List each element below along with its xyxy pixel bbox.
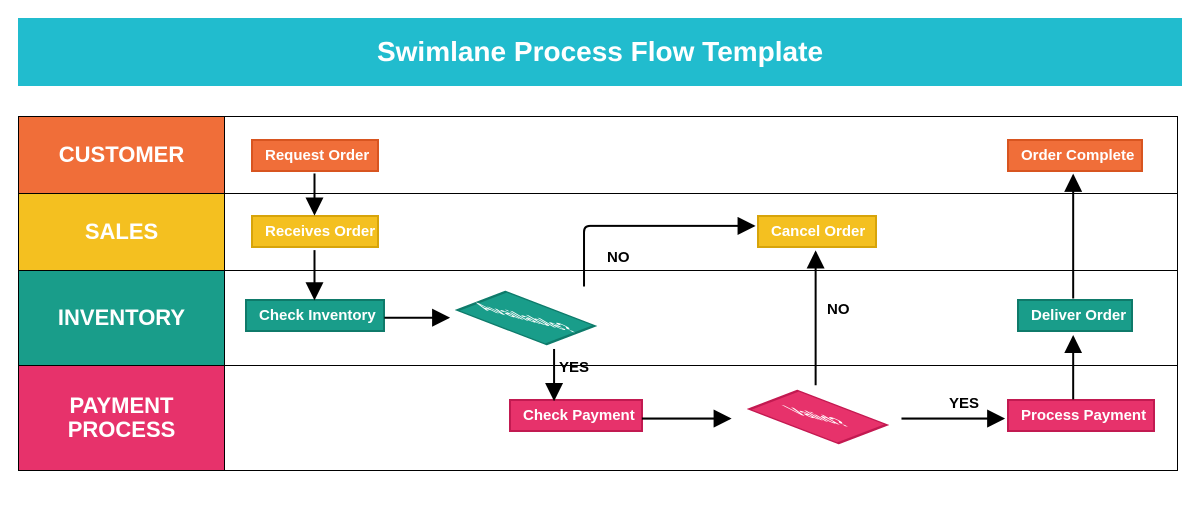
node-order-complete: Order Complete (1007, 139, 1143, 172)
lane-header-payment: PAYMENT PROCESS (19, 366, 225, 470)
swimlane-container: CUSTOMER SALES INVENTORY PAYMENT PROCESS… (18, 116, 1178, 471)
label-no-valid: NO (827, 301, 850, 318)
label-no-available: NO (607, 249, 630, 266)
lane-sales: SALES (19, 193, 1177, 270)
lane-customer: CUSTOMER (19, 117, 1177, 193)
node-process-payment: Process Payment (1007, 399, 1155, 432)
diagram-title: Swimlane Process Flow Template (18, 18, 1182, 86)
node-request-order: Request Order (251, 139, 379, 172)
node-check-inventory: Check Inventory (245, 299, 385, 332)
lane-header-inventory: INVENTORY (19, 271, 225, 365)
label-yes-available: YES (559, 359, 589, 376)
lane-header-sales: SALES (19, 194, 225, 270)
node-receives-order: Receives Order (251, 215, 379, 248)
node-cancel-order: Cancel Order (757, 215, 877, 248)
node-deliver-order: Deliver Order (1017, 299, 1133, 332)
label-yes-valid: YES (949, 395, 979, 412)
lane-inventory: INVENTORY (19, 270, 1177, 365)
lane-header-customer: CUSTOMER (19, 117, 225, 193)
node-check-payment: Check Payment (509, 399, 643, 432)
